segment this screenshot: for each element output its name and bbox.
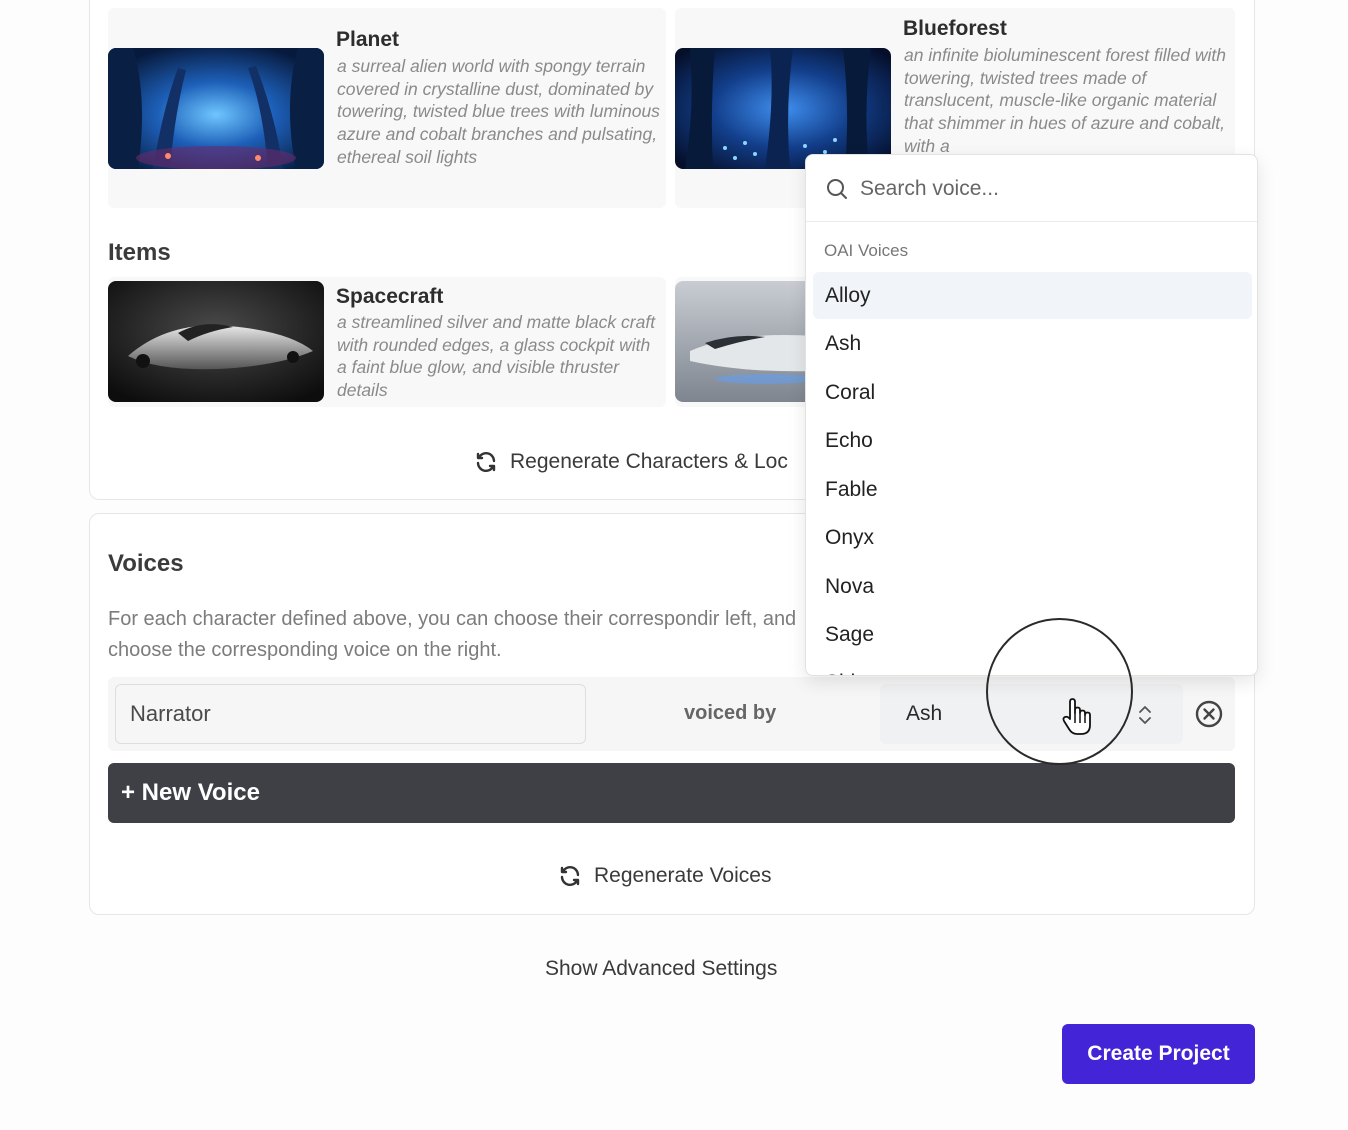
card-title: Planet <box>336 28 400 51</box>
refresh-icon <box>476 452 496 472</box>
voice-dropdown: OAI Voices Alloy Ash Coral Echo Fable On… <box>805 154 1258 676</box>
voice-option-ash[interactable]: Ash <box>813 320 1252 367</box>
chevron-updown-icon <box>1139 706 1151 724</box>
items-heading: Items <box>108 239 171 266</box>
blueforest-image <box>675 48 891 169</box>
dropdown-group-label: OAI Voices <box>824 241 909 260</box>
create-project-button[interactable]: Create Project <box>1062 1024 1255 1084</box>
refresh-icon <box>560 866 580 886</box>
card-description: a surreal alien world with spongy terrai… <box>337 56 660 167</box>
click-indicator-ring <box>986 618 1133 765</box>
voice-option-echo[interactable]: Echo <box>813 417 1252 464</box>
card-description: a streamlined silver and matte black cra… <box>337 312 656 401</box>
remove-voice-icon[interactable] <box>1195 700 1223 728</box>
regenerate-voices-label: Regenerate Voices <box>594 864 772 887</box>
voiced-by-label: voiced by <box>684 702 777 724</box>
voice-option-coral[interactable]: Coral <box>813 369 1252 416</box>
voice-option-onyx[interactable]: Onyx <box>813 514 1252 561</box>
voice-option-nova[interactable]: Nova <box>813 563 1252 610</box>
search-icon <box>827 179 847 199</box>
voice-search-bar <box>806 155 1257 222</box>
regenerate-voices-button[interactable]: Regenerate Voices <box>558 864 771 888</box>
voice-option-alloy[interactable]: Alloy <box>813 272 1252 319</box>
regenerate-characters-label: Regenerate Characters & Loc <box>510 450 788 473</box>
regenerate-characters-button[interactable]: Regenerate Characters & Loc <box>474 450 788 474</box>
voices-description: For each character defined above, you ca… <box>108 608 797 661</box>
character-name-input[interactable] <box>115 684 586 744</box>
card-description: an infinite bioluminescent forest filled… <box>904 45 1226 156</box>
show-advanced-settings-link[interactable]: Show Advanced Settings <box>545 957 777 981</box>
card-title: Blueforest <box>903 17 1007 40</box>
hand-pointer-icon <box>1062 698 1091 735</box>
voice-select-value: Ash <box>906 702 943 725</box>
spacecraft-image <box>108 281 324 402</box>
new-voice-button[interactable]: + New Voice <box>108 763 1235 823</box>
voices-heading: Voices <box>108 550 184 577</box>
voice-search-input[interactable] <box>860 171 1240 207</box>
voice-option-fable[interactable]: Fable <box>813 466 1252 513</box>
planet-image <box>108 48 324 169</box>
card-title: Spacecraft <box>336 285 444 308</box>
